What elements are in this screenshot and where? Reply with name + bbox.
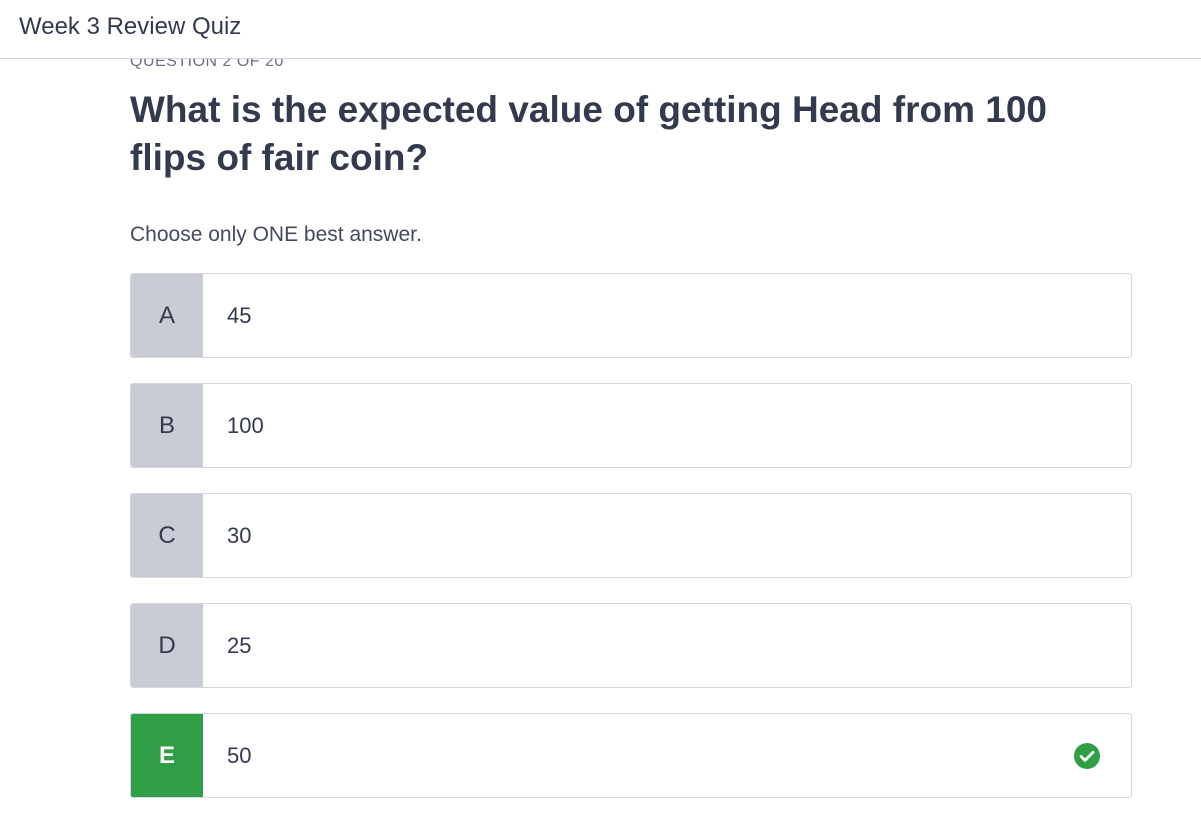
option-b[interactable]: B 100	[130, 383, 1132, 468]
quiz-header: Week 3 Review Quiz	[0, 0, 1201, 59]
option-letter: E	[131, 714, 203, 797]
question-area: QUESTION 2 OF 20 What is the expected va…	[130, 40, 1132, 823]
question-text: What is the expected value of getting He…	[130, 89, 1047, 178]
quiz-title: Week 3 Review Quiz	[19, 13, 242, 40]
answer-options: A 45 B 100 C 30 D 25 E 50	[130, 273, 1132, 798]
option-text: 30	[227, 522, 252, 548]
option-d[interactable]: D 25	[130, 603, 1132, 688]
option-text: 45	[227, 302, 252, 328]
option-letter: C	[131, 494, 203, 577]
option-c[interactable]: C 30	[130, 493, 1132, 578]
option-text: 50	[227, 742, 252, 768]
option-text: 100	[227, 412, 264, 438]
option-text: 25	[227, 632, 252, 658]
option-status	[1043, 714, 1131, 797]
option-e[interactable]: E 50	[130, 713, 1132, 798]
quiz-page: QUESTION 2 OF 20 What is the expected va…	[0, 0, 1201, 839]
option-a[interactable]: A 45	[130, 273, 1132, 358]
answer-instruction: Choose only ONE best answer.	[130, 223, 422, 246]
option-letter: B	[131, 384, 203, 467]
check-circle-icon	[1074, 742, 1100, 769]
option-letter: D	[131, 604, 203, 687]
option-letter: A	[131, 274, 203, 357]
